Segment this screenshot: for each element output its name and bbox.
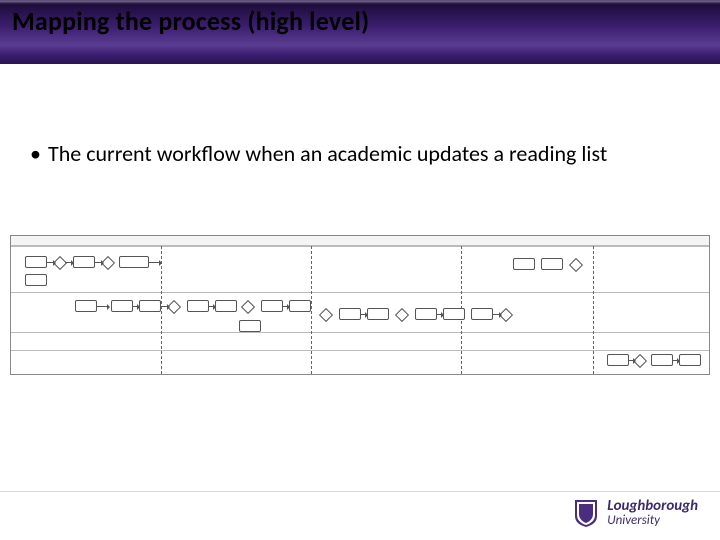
bullet-dot-icon: •	[30, 140, 48, 168]
phase-divider	[593, 246, 594, 374]
process-node	[75, 300, 97, 312]
swimlane	[11, 246, 709, 292]
process-node	[607, 354, 629, 366]
process-node	[415, 308, 437, 320]
swimlane	[11, 350, 709, 375]
logo-line2: University	[607, 514, 698, 527]
workflow-diagram	[10, 235, 710, 375]
arrow-icon	[629, 360, 635, 361]
logo-text: Loughborough University	[607, 499, 698, 527]
process-node	[651, 354, 673, 366]
process-node	[111, 300, 133, 312]
process-node	[25, 274, 47, 286]
slide: Mapping the process (high level) • The c…	[0, 0, 720, 540]
process-node	[25, 256, 47, 268]
arrow-icon	[209, 306, 215, 307]
diagram-header	[11, 236, 709, 246]
shield-icon	[573, 498, 599, 528]
arrow-icon	[95, 262, 103, 263]
arrow-icon	[161, 306, 169, 307]
arrow-icon	[47, 262, 55, 263]
arrow-icon	[283, 306, 289, 307]
process-node	[541, 258, 563, 270]
swimlane	[11, 332, 709, 350]
arrow-icon	[361, 314, 367, 315]
process-node	[239, 320, 261, 332]
process-node	[261, 300, 283, 312]
process-node	[187, 300, 209, 312]
bullet-block: • The current workflow when an academic …	[30, 140, 680, 168]
bullet-item: • The current workflow when an academic …	[30, 140, 680, 168]
arrow-icon	[97, 306, 109, 307]
arrow-icon	[437, 314, 443, 315]
arrow-icon	[149, 262, 161, 263]
process-node	[119, 256, 149, 268]
title-bar: Mapping the process (high level)	[0, 0, 720, 64]
process-node	[339, 308, 361, 320]
university-logo: Loughborough University	[573, 498, 698, 528]
arrow-icon	[133, 306, 139, 307]
arrow-icon	[65, 262, 73, 263]
process-node	[513, 258, 535, 270]
process-node	[471, 308, 493, 320]
bullet-text: The current workflow when an academic up…	[48, 140, 680, 168]
slide-title: Mapping the process (high level)	[12, 5, 369, 37]
phase-divider	[311, 246, 312, 374]
arrow-icon	[673, 360, 679, 361]
footer-divider	[0, 491, 720, 492]
arrow-icon	[493, 314, 501, 315]
